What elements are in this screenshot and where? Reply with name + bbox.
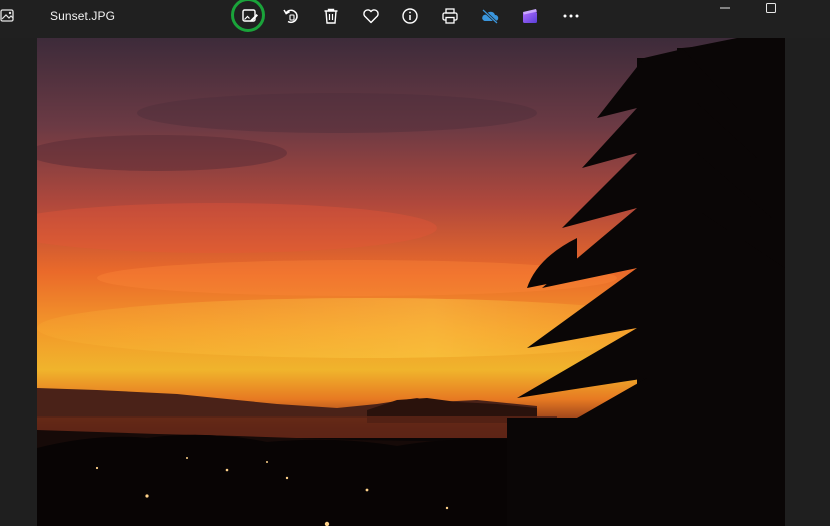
info-icon: [402, 8, 418, 24]
left-margin: [0, 38, 37, 526]
maximize-button[interactable]: [748, 0, 794, 16]
photos-app-icon: [0, 4, 16, 26]
sunset-photo: [37, 38, 785, 526]
print-button[interactable]: [437, 4, 463, 28]
edit-image-icon: [242, 9, 258, 22]
clipchamp-icon: [523, 9, 537, 23]
more-options-button[interactable]: [558, 4, 584, 28]
maximize-icon: [766, 3, 776, 13]
rotate-icon: [283, 9, 298, 23]
onedrive-cloud-icon: [482, 9, 499, 24]
trash-icon: [324, 8, 338, 24]
onedrive-button[interactable]: [477, 4, 503, 28]
info-button[interactable]: [397, 4, 423, 28]
window-title: Sunset.JPG: [50, 9, 116, 23]
heart-icon: [363, 9, 379, 24]
more-dots-icon: [563, 14, 579, 18]
minimize-icon: [720, 7, 730, 9]
edit-image-button[interactable]: [237, 4, 263, 28]
printer-icon: [442, 8, 458, 24]
right-margin: [785, 38, 830, 526]
delete-button[interactable]: [318, 4, 344, 28]
minimize-button[interactable]: [702, 0, 748, 16]
rotate-button[interactable]: [278, 4, 304, 28]
clipchamp-button[interactable]: [517, 4, 543, 28]
title-bar: Sunset.JPG: [0, 0, 830, 38]
favorite-button[interactable]: [358, 4, 384, 28]
